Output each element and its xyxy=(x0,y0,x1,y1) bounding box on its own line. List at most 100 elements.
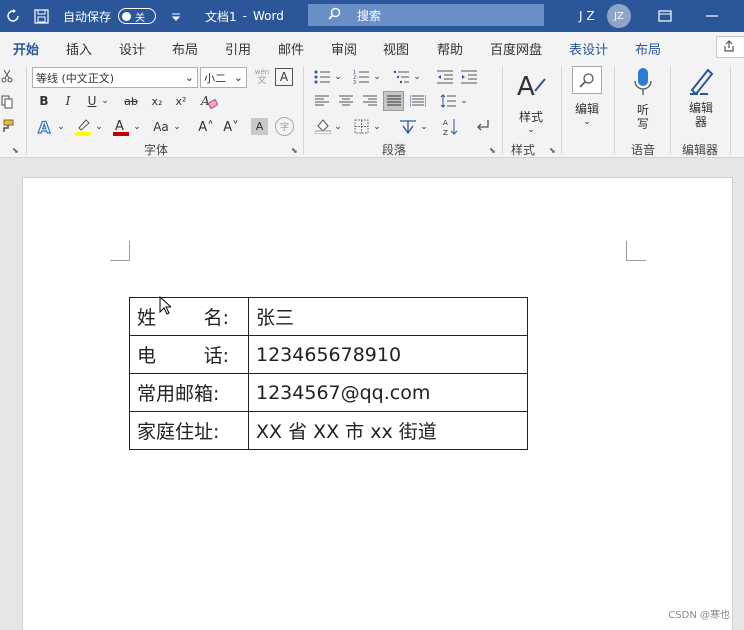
line-spacing-icon[interactable] xyxy=(438,92,458,110)
table-cell-value[interactable]: 张三 xyxy=(248,297,528,336)
paragraph-launcher-icon[interactable]: ⬊ xyxy=(489,146,496,155)
bullets-icon[interactable] xyxy=(312,68,332,86)
tab-help[interactable]: 帮助 xyxy=(437,39,463,58)
tab-insert[interactable]: 插入 xyxy=(66,39,92,58)
justify-icon[interactable] xyxy=(383,91,404,111)
phonetic-guide-button[interactable]: wén 文 xyxy=(251,66,273,88)
shrink-font-button[interactable]: A˅ xyxy=(221,116,241,138)
copy-icon[interactable] xyxy=(0,94,14,110)
user-avatar[interactable]: JZ xyxy=(607,0,631,32)
chevron-down-icon[interactable]: ⌄ xyxy=(99,91,111,111)
save-icon[interactable] xyxy=(34,0,49,32)
char-border-button[interactable]: A xyxy=(251,118,268,135)
chevron-down-icon[interactable]: ⌄ xyxy=(333,68,343,86)
tab-references[interactable]: 引用 xyxy=(225,39,251,58)
table-cell-label[interactable]: 常用邮箱: xyxy=(129,373,249,412)
tab-layout[interactable]: 布局 xyxy=(172,39,198,58)
search-box[interactable]: 搜索 xyxy=(308,4,544,26)
align-right-icon[interactable] xyxy=(361,92,379,110)
multilevel-list-icon[interactable] xyxy=(391,68,411,86)
align-left-icon[interactable] xyxy=(313,92,331,110)
clipboard-launcher-icon[interactable]: ⬊ xyxy=(12,146,19,155)
autosave-toggle[interactable]: 关 xyxy=(118,0,156,32)
tab-design[interactable]: 设计 xyxy=(119,39,145,58)
tab-table-layout[interactable]: 布局 xyxy=(635,39,661,58)
table-row: 常用邮箱: 1234567@qq.com xyxy=(129,373,528,412)
highlight-icon[interactable] xyxy=(72,116,94,138)
tab-view[interactable]: 视图 xyxy=(383,39,409,58)
chevron-down-icon[interactable]: ⌄ xyxy=(372,68,382,86)
table-cell-label[interactable]: 家庭住址: xyxy=(129,411,249,450)
chevron-down-icon[interactable]: ⌄ xyxy=(172,118,182,136)
user-initials[interactable]: J Z xyxy=(579,0,595,32)
chevron-down-icon: ⌄ xyxy=(233,71,243,84)
font-size-select[interactable]: 小二 ⌄ xyxy=(200,67,247,88)
subscript-button[interactable]: x₂ xyxy=(148,91,166,111)
table-cell-value[interactable]: 123465678910 xyxy=(248,335,528,374)
info-table[interactable]: 姓 名: 张三 电 话: 123465678910 常用邮箱: 1234567@qq… xyxy=(129,297,528,450)
strikethrough-button[interactable]: ab xyxy=(121,91,141,111)
editing-button[interactable]: 编辑 ⌄ xyxy=(568,66,606,136)
customize-qat-icon[interactable] xyxy=(171,0,181,32)
chevron-down-icon[interactable]: ⌄ xyxy=(419,118,429,136)
editor-button[interactable]: 编辑器 xyxy=(680,66,722,136)
font-launcher-icon[interactable]: ⬊ xyxy=(291,146,298,155)
styles-button[interactable]: A 样式 ⌄ xyxy=(510,66,552,138)
change-case-button[interactable]: Aa xyxy=(150,116,172,138)
borders-icon[interactable] xyxy=(351,117,371,135)
superscript-button[interactable]: x² xyxy=(172,91,190,111)
chevron-down-icon[interactable]: ⌄ xyxy=(372,118,382,136)
group-label-paragraph: 段落 xyxy=(382,143,407,157)
group-label-styles: 样式 xyxy=(511,143,536,157)
refresh-icon[interactable] xyxy=(6,0,20,32)
table-cell-value[interactable]: XX 省 XX 市 xx 街道 xyxy=(248,411,528,450)
chevron-down-icon[interactable]: ⌄ xyxy=(412,68,422,86)
numbering-icon[interactable]: 123 xyxy=(351,68,371,86)
distributed-icon[interactable] xyxy=(408,92,428,110)
increase-indent-icon[interactable] xyxy=(460,68,478,86)
cell-text: 话: xyxy=(203,345,229,367)
tab-table-design[interactable]: 表设计 xyxy=(569,39,608,58)
group-divider xyxy=(730,66,731,154)
char-shading-button[interactable]: A xyxy=(275,68,293,86)
sort-icon[interactable]: AZ xyxy=(441,117,461,137)
clear-formatting-icon[interactable]: A xyxy=(198,91,220,111)
asian-layout-icon[interactable] xyxy=(397,117,419,135)
table-cell-value[interactable]: 1234567@qq.com xyxy=(248,373,528,412)
minimize-icon[interactable] xyxy=(706,0,718,32)
enclose-char-button[interactable]: 字 xyxy=(275,117,294,136)
table-cell-label[interactable]: 姓 名: xyxy=(129,297,249,336)
ribbon-display-icon[interactable] xyxy=(658,0,672,32)
dictate-button[interactable]: 听写 xyxy=(624,66,662,136)
decrease-indent-icon[interactable] xyxy=(436,68,454,86)
find-icon xyxy=(572,66,602,94)
text-effects-icon[interactable]: A xyxy=(34,116,56,138)
format-painter-icon[interactable] xyxy=(0,118,14,134)
styles-launcher-icon[interactable]: ⬊ xyxy=(549,146,556,155)
table-cell-label[interactable]: 电 话: xyxy=(129,335,249,374)
share-button[interactable] xyxy=(716,36,744,58)
app-name: Word xyxy=(252,9,284,23)
chevron-down-icon[interactable]: ⌄ xyxy=(132,118,142,136)
tab-mailings[interactable]: 邮件 xyxy=(278,39,304,58)
chevron-down-icon[interactable]: ⌄ xyxy=(56,118,66,136)
font-name-value: 等线 (中文正文) xyxy=(36,71,115,85)
bold-button[interactable]: B xyxy=(35,91,53,111)
tab-home[interactable]: 开始 xyxy=(13,39,40,64)
tab-baidu-netdisk[interactable]: 百度网盘 xyxy=(490,39,542,58)
shading-icon[interactable] xyxy=(313,116,333,136)
document-page[interactable]: 姓 名: 张三 电 话: 123465678910 常用邮箱: 1234567@qq… xyxy=(22,177,733,630)
italic-button[interactable]: I xyxy=(59,91,77,111)
chevron-down-icon[interactable]: ⌄ xyxy=(333,118,343,136)
share-icon xyxy=(723,40,735,56)
chevron-down-icon[interactable]: ⌄ xyxy=(459,92,469,110)
show-marks-icon[interactable] xyxy=(472,117,492,135)
tab-review[interactable]: 审阅 xyxy=(331,39,357,58)
cut-icon[interactable] xyxy=(0,68,14,84)
chevron-down-icon[interactable]: ⌄ xyxy=(94,118,104,136)
font-color-icon[interactable]: A xyxy=(110,116,132,138)
font-name-select[interactable]: 等线 (中文正文) ⌄ xyxy=(32,67,198,88)
grow-font-button[interactable]: A˄ xyxy=(196,116,216,138)
table-row: 家庭住址: XX 省 XX 市 xx 街道 xyxy=(129,411,528,450)
align-center-icon[interactable] xyxy=(337,92,355,110)
